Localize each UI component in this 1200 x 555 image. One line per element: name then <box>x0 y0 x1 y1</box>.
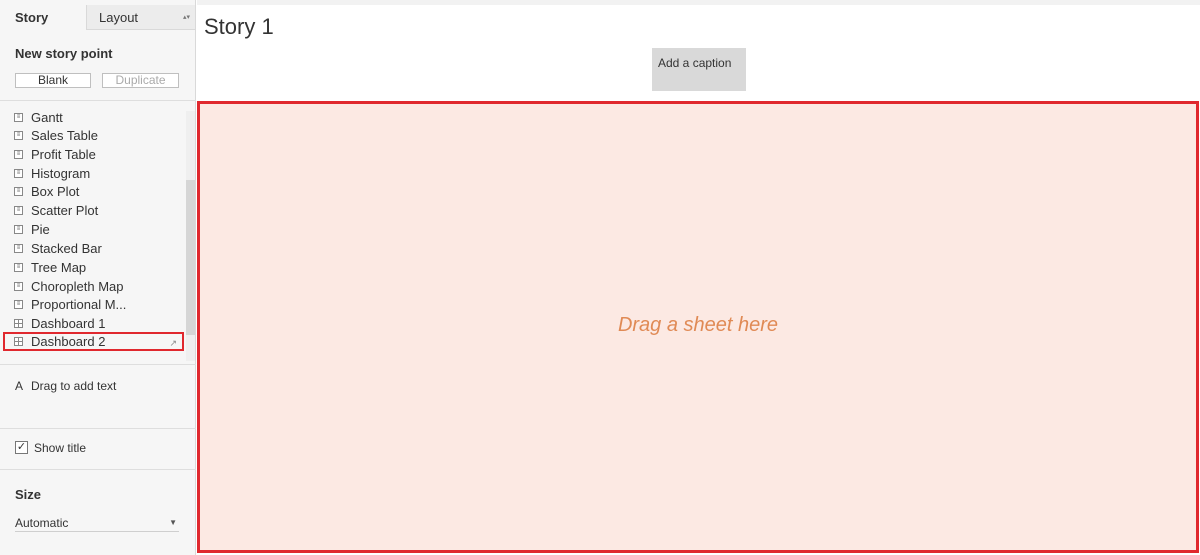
sheet-item[interactable]: ≡ Choropleth Map <box>0 277 186 296</box>
sheet-item-label: Pie <box>31 222 50 237</box>
scrollbar-thumb[interactable] <box>186 180 195 335</box>
story-title[interactable]: Story 1 <box>204 14 274 40</box>
sheet-item-label: Histogram <box>31 166 91 181</box>
chevron-down-icon: ▼ <box>169 518 177 527</box>
blank-button[interactable]: Blank <box>15 73 91 88</box>
tab-layout[interactable]: Layout ▴▾ <box>87 5 195 30</box>
sheet-item[interactable]: ≡ Profit Table <box>0 145 186 164</box>
sheet-item-label: Choropleth Map <box>31 279 124 294</box>
drop-zone-label: Drag a sheet here <box>617 314 779 336</box>
worksheet-icon: ≡ <box>14 282 23 291</box>
dashboard-item-selected[interactable]: Dashboard 2 ↗ <box>3 332 184 351</box>
tab-layout-label: Layout <box>99 10 139 25</box>
show-title-checkbox[interactable]: ✓ <box>15 441 28 454</box>
sheet-item-label: Profit Table <box>31 147 96 162</box>
sidebar-tabs: Story Layout ▴▾ <box>0 5 196 30</box>
top-bar <box>197 0 1200 5</box>
sheet-item-label: Tree Map <box>31 260 87 275</box>
drag-to-add-text[interactable]: A Drag to add text <box>15 379 116 393</box>
divider <box>0 364 196 365</box>
size-title: Size <box>15 487 42 502</box>
sheet-item[interactable]: ≡ Stacked Bar <box>0 239 186 258</box>
size-select[interactable]: Automatic ▼ <box>15 515 179 532</box>
worksheet-icon: ≡ <box>14 244 23 253</box>
sheet-item-label: Box Plot <box>31 184 80 199</box>
sheet-item[interactable]: ≡ Pie <box>0 220 186 239</box>
worksheet-icon: ≡ <box>14 263 23 272</box>
worksheet-icon: ≡ <box>14 187 23 196</box>
sheet-item[interactable]: ≡ Gantt <box>0 111 186 127</box>
duplicate-button[interactable]: Duplicate <box>102 73 179 88</box>
sheet-item-label: Dashboard 1 <box>31 316 106 331</box>
worksheet-icon: ≡ <box>14 169 23 178</box>
show-title-label: Show title <box>34 441 87 455</box>
sheet-item-label: Dashboard 2 <box>31 334 106 349</box>
dashboard-item[interactable]: Dashboard 1 <box>0 314 186 333</box>
new-story-point-title: New story point <box>15 46 113 61</box>
sheet-item[interactable]: ≡ Sales Table <box>0 126 186 145</box>
sheet-list[interactable]: ≡ Gantt ≡ Sales Table ≡ Profit Table ≡ H… <box>0 111 196 356</box>
sheet-item-label: Stacked Bar <box>31 241 102 256</box>
sheet-item[interactable]: ≡ Histogram <box>0 164 186 183</box>
tab-story[interactable]: Story <box>0 5 87 30</box>
sheet-item-label: Sales Table <box>31 128 98 143</box>
story-sidebar: Story Layout ▴▾ New story point Blank Du… <box>0 0 196 555</box>
caption-box[interactable]: Add a caption <box>652 48 746 91</box>
divider <box>0 469 196 470</box>
sheet-item-label: Scatter Plot <box>31 203 99 218</box>
sheet-item[interactable]: ≡ Proportional M... <box>0 295 186 314</box>
sheet-drop-zone[interactable]: Drag a sheet here <box>197 101 1199 553</box>
dashboard-icon <box>14 337 23 346</box>
sheet-item-label: Gantt <box>31 111 63 125</box>
drag-to-add-text-label: Drag to add text <box>31 379 117 393</box>
worksheet-icon: ≡ <box>14 113 23 122</box>
sheet-item[interactable]: ≡ Scatter Plot <box>0 201 186 220</box>
text-icon: A <box>15 379 24 393</box>
divider <box>0 428 196 429</box>
worksheet-icon: ≡ <box>14 300 23 309</box>
worksheet-icon: ≡ <box>14 150 23 159</box>
sheet-item-label: Proportional M... <box>31 297 127 312</box>
size-select-value: Automatic <box>15 516 69 530</box>
tab-scroll-icon: ▴▾ <box>182 14 190 21</box>
worksheet-icon: ≡ <box>14 206 23 215</box>
worksheet-icon: ≡ <box>14 131 23 140</box>
sheet-item[interactable]: ≡ Box Plot <box>0 182 186 201</box>
worksheet-icon: ≡ <box>14 225 23 234</box>
dashboard-icon <box>14 319 23 328</box>
divider <box>0 100 196 101</box>
sheet-item[interactable]: ≡ Tree Map <box>0 258 186 277</box>
go-to-sheet-icon[interactable]: ↗ <box>169 334 177 353</box>
